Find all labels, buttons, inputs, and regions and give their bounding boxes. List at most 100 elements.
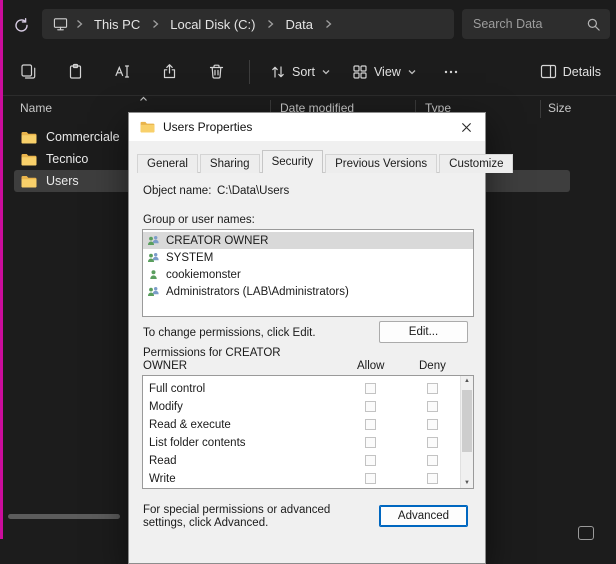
users-properties-dialog: Users Properties General Sharing Securit…: [128, 112, 486, 564]
horizontal-scrollbar[interactable]: [8, 514, 120, 519]
tab-general[interactable]: General: [137, 154, 198, 173]
view-label: View: [374, 65, 401, 79]
group-item-label: cookiemonster: [166, 269, 241, 281]
tab-customize[interactable]: Customize: [439, 154, 513, 173]
breadcrumb-item-data[interactable]: Data: [278, 14, 319, 35]
sort-caret-icon: [139, 96, 148, 102]
column-header-size[interactable]: Size: [548, 101, 571, 115]
edit-hint: To change permissions, click Edit.: [143, 327, 316, 339]
permission-label: Read & execute: [149, 419, 231, 431]
folder-icon: [140, 121, 155, 133]
deny-checkbox[interactable]: [427, 455, 438, 466]
paste-button[interactable]: [53, 55, 97, 89]
object-name-value: C:\Data\Users: [217, 185, 289, 197]
refresh-button[interactable]: [7, 12, 35, 38]
permission-row-full-control[interactable]: Full control: [143, 380, 473, 398]
rename-icon: [114, 63, 131, 80]
copy-icon: [20, 63, 37, 80]
chevron-down-icon: [407, 67, 417, 77]
folder-icon: [21, 175, 37, 188]
scroll-down-icon[interactable]: ▼: [461, 480, 473, 486]
advanced-button[interactable]: Advanced: [379, 505, 468, 527]
refresh-icon: [13, 17, 30, 34]
permission-row-read[interactable]: Read: [143, 452, 473, 470]
permissions-title: Permissions for CREATOR OWNER: [143, 347, 285, 373]
sort-button[interactable]: Sort: [261, 55, 340, 89]
paste-icon: [67, 63, 84, 80]
allow-checkbox[interactable]: [365, 419, 376, 430]
file-name: Users: [46, 174, 79, 188]
group-item-label: CREATOR OWNER: [166, 235, 268, 247]
breadcrumb-chevron-icon[interactable]: [148, 19, 162, 29]
permission-row-write[interactable]: Write: [143, 470, 473, 488]
window-accent-edge: [0, 0, 3, 539]
group-names-label: Group or user names:: [143, 214, 255, 226]
allow-column-header: Allow: [357, 360, 384, 372]
deny-checkbox[interactable]: [427, 419, 438, 430]
breadcrumb-chevron-icon[interactable]: [321, 19, 335, 29]
group-icon: [147, 286, 160, 297]
breadcrumb-item-this-pc[interactable]: This PC: [87, 14, 147, 35]
breadcrumb-item-local-disk-c[interactable]: Local Disk (C:): [163, 14, 262, 35]
deny-checkbox[interactable]: [427, 401, 438, 412]
permission-row-list-folder-contents[interactable]: List folder contents: [143, 434, 473, 452]
dialog-close-button[interactable]: [451, 116, 481, 138]
allow-checkbox[interactable]: [365, 437, 376, 448]
permissions-list: Full control Modify Read & execute List …: [142, 375, 474, 489]
group-icon: [147, 252, 160, 263]
view-mode-status-icon[interactable]: [578, 526, 594, 540]
tab-previous-versions[interactable]: Previous Versions: [325, 154, 437, 173]
permission-label: Modify: [149, 401, 183, 413]
toolbar-divider: [249, 60, 250, 84]
column-divider[interactable]: [540, 100, 541, 118]
dialog-titlebar: Users Properties: [129, 113, 485, 141]
group-icon: [147, 235, 160, 246]
delete-button[interactable]: [194, 55, 238, 89]
group-item-system[interactable]: SYSTEM: [143, 249, 473, 266]
file-name: Tecnico: [46, 152, 88, 166]
details-icon: [540, 64, 557, 79]
tab-security[interactable]: Security: [262, 150, 324, 173]
deny-checkbox[interactable]: [427, 383, 438, 394]
this-pc-icon: [50, 17, 71, 31]
allow-checkbox[interactable]: [365, 401, 376, 412]
permission-row-read-execute[interactable]: Read & execute: [143, 416, 473, 434]
copy-button[interactable]: [6, 55, 50, 89]
sort-icon: [270, 64, 286, 80]
scrollbar-thumb[interactable]: [462, 390, 472, 452]
view-button[interactable]: View: [343, 55, 426, 89]
allow-checkbox[interactable]: [365, 473, 376, 484]
allow-checkbox[interactable]: [365, 383, 376, 394]
permissions-scrollbar[interactable]: ▲ ▼: [460, 376, 473, 488]
edit-button[interactable]: Edit...: [379, 321, 468, 343]
permission-label: List folder contents: [149, 437, 246, 449]
group-item-creator-owner[interactable]: CREATOR OWNER: [143, 232, 473, 249]
scroll-up-icon[interactable]: ▲: [461, 378, 473, 384]
search-input[interactable]: [471, 16, 586, 32]
deny-checkbox[interactable]: [427, 473, 438, 484]
breadcrumb-chevron-icon[interactable]: [72, 19, 86, 29]
more-options-button[interactable]: [429, 55, 473, 89]
group-item-label: Administrators (LAB\Administrators): [166, 286, 349, 298]
sort-label: Sort: [292, 65, 315, 79]
search-box[interactable]: [462, 9, 610, 39]
column-header-name[interactable]: Name: [20, 101, 52, 115]
details-label: Details: [563, 65, 601, 79]
details-button[interactable]: Details: [531, 55, 610, 89]
deny-checkbox[interactable]: [427, 437, 438, 448]
view-icon: [352, 64, 368, 80]
rename-button[interactable]: [100, 55, 144, 89]
tab-sharing[interactable]: Sharing: [200, 154, 260, 173]
group-user-names-list: CREATOR OWNER SYSTEM cookiemonster Admin…: [142, 229, 474, 317]
breadcrumb-chevron-icon[interactable]: [263, 19, 277, 29]
folder-icon: [21, 153, 37, 166]
chevron-down-icon: [321, 67, 331, 77]
group-item-cookiemonster[interactable]: cookiemonster: [143, 266, 473, 283]
group-item-label: SYSTEM: [166, 252, 213, 264]
dialog-title: Users Properties: [163, 120, 252, 134]
group-item-administrators[interactable]: Administrators (LAB\Administrators): [143, 283, 473, 300]
allow-checkbox[interactable]: [365, 455, 376, 466]
share-icon: [161, 63, 178, 80]
permission-row-modify[interactable]: Modify: [143, 398, 473, 416]
share-button[interactable]: [147, 55, 191, 89]
